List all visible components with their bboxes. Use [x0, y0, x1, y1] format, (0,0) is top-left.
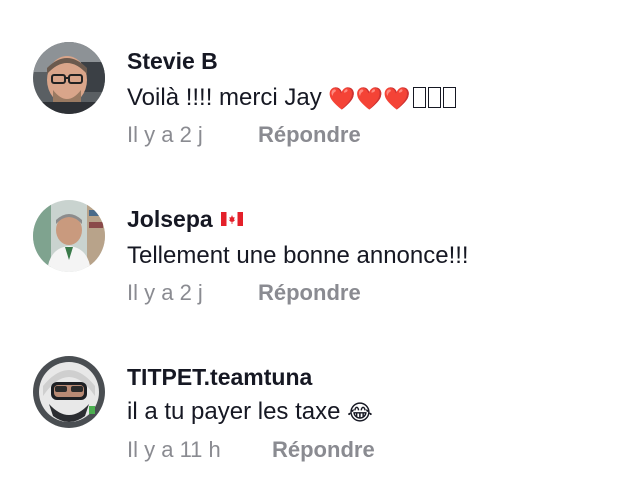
username[interactable]: Jolsepa — [127, 206, 243, 233]
avatar-image — [33, 356, 105, 428]
reply-button[interactable]: Répondre — [258, 280, 361, 306]
username[interactable]: TITPET.teamtuna — [127, 364, 312, 391]
avatar[interactable] — [33, 42, 105, 114]
avatar[interactable] — [33, 356, 105, 428]
username-text: Jolsepa — [127, 206, 213, 232]
missing-glyph-icon — [442, 87, 456, 108]
comment-text: Tellement une bonne annonce!!! — [127, 242, 469, 269]
comment-body: Voilà !!!! merci Jay — [127, 84, 322, 111]
comment-text: Voilà !!!! merci Jay ❤️❤️❤️ — [127, 84, 456, 112]
laughing-emoji: 😂 — [347, 400, 373, 425]
timestamp: Il y a 11 h — [127, 437, 221, 462]
timestamp: Il y a 2 j — [127, 280, 203, 305]
comment-body: il a tu payer les taxe — [127, 398, 341, 425]
comment-item: TITPET.teamtuna il a tu payer les taxe 😂… — [0, 316, 642, 466]
timestamp: Il y a 2 j — [127, 122, 203, 147]
hearts-emoji: ❤️❤️❤️ — [328, 86, 411, 111]
missing-glyph-icon — [427, 87, 441, 108]
reply-button[interactable]: Répondre — [272, 437, 375, 463]
comment-item: Stevie B Voilà !!!! merci Jay ❤️❤️❤️ Il … — [0, 0, 642, 150]
reply-button[interactable]: Répondre — [258, 122, 361, 148]
username-text: Stevie B — [127, 48, 218, 74]
avatar-image — [33, 42, 105, 114]
missing-glyph-icon — [412, 87, 426, 108]
username[interactable]: Stevie B — [127, 48, 218, 75]
avatar-image — [33, 200, 105, 272]
comment-text: il a tu payer les taxe 😂 — [127, 398, 373, 426]
avatar[interactable] — [33, 200, 105, 272]
comment-item: Jolsepa Tellement une bonne annonce!!! I… — [0, 158, 642, 308]
canada-flag-icon — [220, 212, 243, 226]
